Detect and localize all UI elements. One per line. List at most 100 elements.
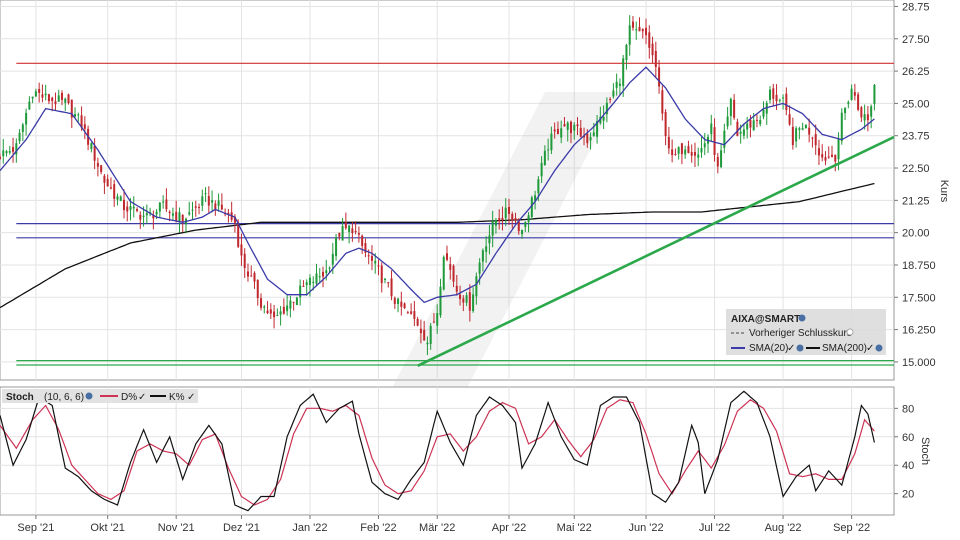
legend-settings-icon-sma200[interactable] (875, 344, 883, 352)
candle-body (361, 235, 364, 246)
candle-body (198, 206, 201, 208)
price-tick-label: 15.000 (902, 357, 936, 369)
stoch-tick-label: 20 (902, 489, 914, 501)
price-tick-label: 21.25 (902, 195, 930, 207)
legend-toggle-icon[interactable] (846, 328, 854, 336)
candle-body (801, 128, 804, 130)
candle-body (628, 25, 631, 45)
time-tick-label: Nov '21 (158, 522, 195, 534)
candle-body (390, 278, 393, 297)
candle-body (543, 150, 546, 165)
candle-body (589, 137, 592, 141)
candle-body (452, 265, 455, 282)
candle-body (830, 154, 834, 157)
candle-body (729, 98, 732, 117)
candle-body (713, 127, 716, 155)
candle-body (645, 27, 648, 36)
candle-body (742, 129, 745, 136)
candle-body (253, 272, 256, 282)
candle-body (269, 309, 272, 314)
candle-body (791, 126, 794, 146)
candle-body (103, 175, 106, 183)
legend-label-sma20: SMA(20) (749, 343, 788, 354)
candle-body (220, 204, 223, 210)
candle-body (752, 120, 755, 131)
candle-body (351, 228, 354, 234)
candle-body (67, 94, 70, 103)
candle-body (641, 29, 644, 32)
candle-body (136, 209, 139, 211)
legend-check-icon-d[interactable]: ✓ (138, 392, 146, 403)
candle-body (188, 212, 191, 215)
candle-body (25, 112, 28, 125)
candle-body (733, 99, 736, 118)
candle-body (769, 89, 772, 101)
candle-body (814, 134, 817, 146)
candle-body (716, 156, 719, 167)
candle-body (667, 136, 670, 149)
candle-body (687, 146, 690, 153)
candle-body (305, 282, 308, 286)
time-tick-label: Jul '22 (699, 522, 730, 534)
candle-body (344, 222, 347, 229)
legend-symbol: AIXA@SMART (731, 314, 800, 325)
candle-body (465, 295, 468, 303)
candle-body (560, 128, 563, 138)
candle-body (413, 311, 416, 319)
candle-body (615, 81, 618, 88)
time-tick-label: Jan '22 (292, 522, 327, 534)
candle-body (383, 278, 387, 280)
candle-body (295, 297, 298, 306)
candle-body (393, 298, 396, 304)
legend-settings-icon-sma20[interactable] (796, 344, 804, 352)
candle-body (211, 200, 214, 203)
candle-body (863, 114, 866, 121)
legend-check-icon-sma20[interactable]: ✓ (787, 343, 795, 354)
candle-body (44, 93, 47, 96)
candle-body (762, 109, 765, 117)
price-tick-label: 23.75 (902, 131, 930, 143)
candle-body (654, 50, 657, 68)
candle-body (175, 211, 178, 221)
candle-body (129, 206, 132, 210)
candle-body (648, 32, 651, 48)
candle-body (423, 329, 426, 341)
candle-body (631, 21, 634, 28)
candle-body (21, 124, 24, 132)
legend-check-icon-sma200[interactable]: ✓ (866, 343, 874, 354)
candle-body (100, 165, 103, 173)
candle-body (726, 116, 729, 127)
candle-body (540, 162, 543, 177)
candle-body (34, 91, 37, 97)
candle-body (824, 157, 827, 161)
candle-body (331, 253, 334, 265)
candle-body (318, 276, 321, 278)
globe-icon[interactable] (798, 314, 806, 322)
candle-body (472, 294, 475, 312)
legend-check-icon-k[interactable]: ✓ (187, 392, 195, 403)
candle-body (181, 214, 184, 223)
candle-body (612, 90, 615, 97)
candle-body (302, 285, 305, 287)
candle-body (485, 246, 488, 252)
candle-body (207, 196, 210, 206)
candle-body (201, 196, 204, 206)
candle-body (289, 300, 292, 309)
candle-body (109, 187, 112, 189)
candle-body (622, 58, 625, 86)
candle-body (576, 124, 579, 127)
stoch-settings-icon[interactable] (85, 392, 93, 400)
candle-body (703, 143, 706, 148)
candle-body (397, 298, 400, 304)
candle-body (563, 124, 566, 127)
candle-body (690, 152, 693, 156)
stoch-legend-title: Stoch (6, 392, 34, 403)
candle-body (498, 218, 501, 222)
stoch-legend: Stoch (10, 6, 6) D% ✓ K% ✓ (2, 389, 198, 403)
candle-body (406, 312, 409, 314)
candle-body (693, 151, 696, 156)
candle-body (445, 253, 449, 260)
price-tick-label: 18.750 (902, 260, 936, 272)
time-tick-label: Mär '22 (419, 522, 455, 534)
candle-body (821, 154, 824, 158)
